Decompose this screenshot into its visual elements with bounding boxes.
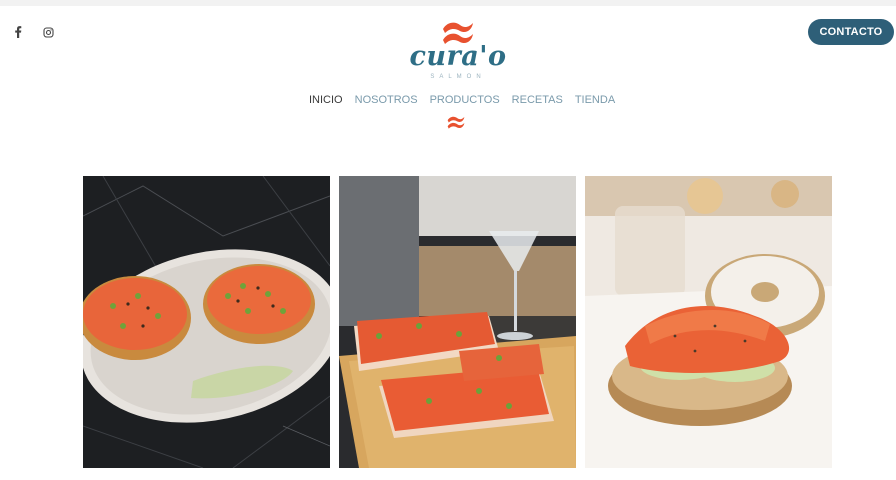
facebook-icon[interactable] (11, 25, 25, 39)
top-strip (0, 0, 896, 6)
contact-button[interactable]: CONTACTO (808, 19, 894, 45)
gallery-photo-salmon-bagel[interactable] (585, 176, 832, 468)
nav-item-recetas[interactable]: RECETAS (512, 94, 563, 106)
gallery-photo-bagels-plate[interactable] (83, 176, 330, 468)
brand-name: cura'o (409, 41, 507, 72)
main-nav: INICIO NOSOTROS PRODUCTOS RECETAS TIENDA (309, 94, 615, 106)
gallery-photo-salmon-toasts[interactable] (339, 176, 576, 468)
brand-logo[interactable]: cura'o SALMON (405, 18, 511, 82)
instagram-icon[interactable] (41, 25, 55, 39)
nav-item-tienda[interactable]: TIENDA (575, 94, 615, 106)
nav-item-nosotros[interactable]: NOSOTROS (355, 94, 418, 106)
nav-item-inicio[interactable]: INICIO (309, 94, 343, 106)
brand-subtitle: SALMON (430, 74, 486, 80)
social-links (11, 25, 55, 39)
nav-item-productos[interactable]: PRODUCTOS (430, 94, 500, 106)
nav-salmon-icon (446, 115, 466, 135)
